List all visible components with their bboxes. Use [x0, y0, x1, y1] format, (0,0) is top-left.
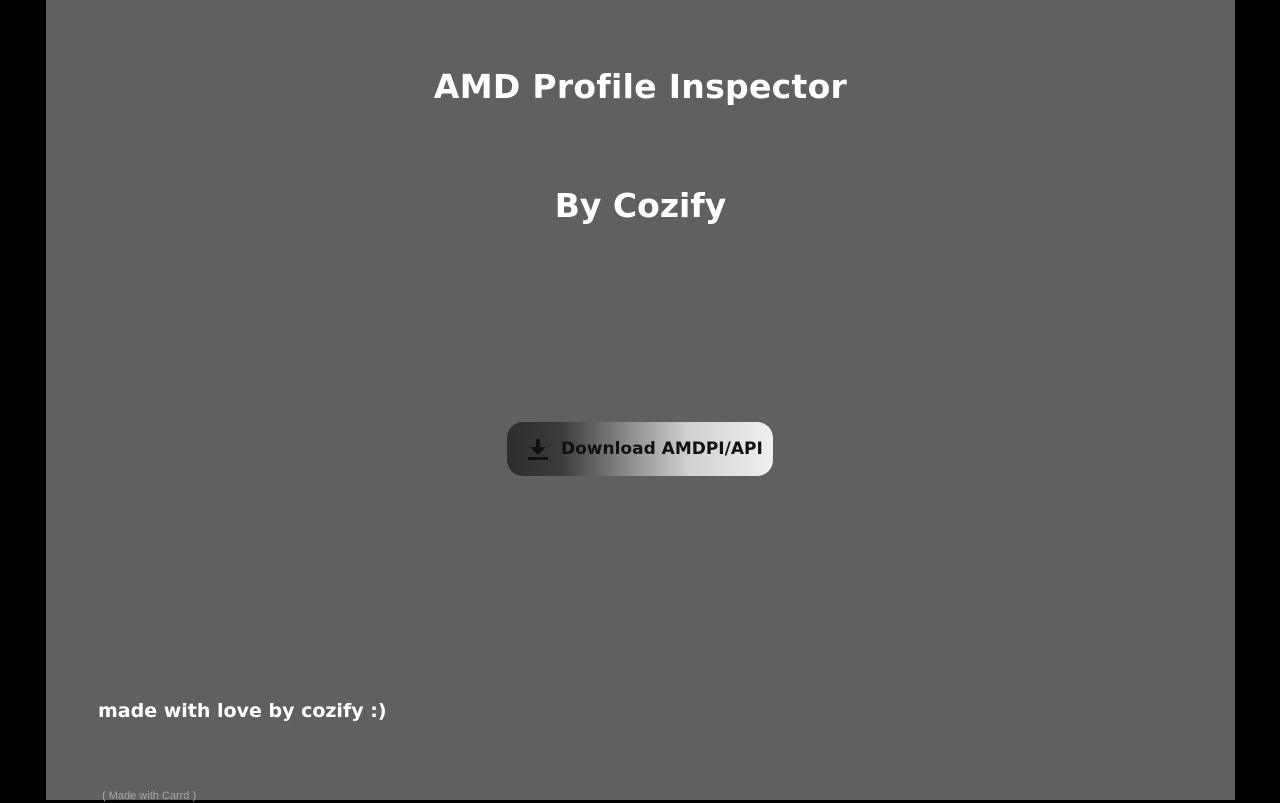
- page-subtitle: By Cozify: [554, 186, 727, 225]
- download-button[interactable]: Download AMDPI/API: [507, 422, 773, 476]
- download-icon: [527, 438, 549, 460]
- footer-love-text: made with love by cozify :): [98, 700, 387, 722]
- page-container: AMD Profile Inspector By Cozify Download…: [46, 0, 1235, 803]
- download-button-label: Download AMDPI/API: [561, 439, 763, 459]
- made-with-carrd: ( Made with Carrd ): [102, 789, 196, 803]
- page-title: AMD Profile Inspector: [433, 67, 848, 106]
- carrd-close-paren: ): [189, 790, 197, 802]
- carrd-link[interactable]: Made with Carrd: [109, 790, 190, 802]
- carrd-open-paren: (: [102, 790, 109, 802]
